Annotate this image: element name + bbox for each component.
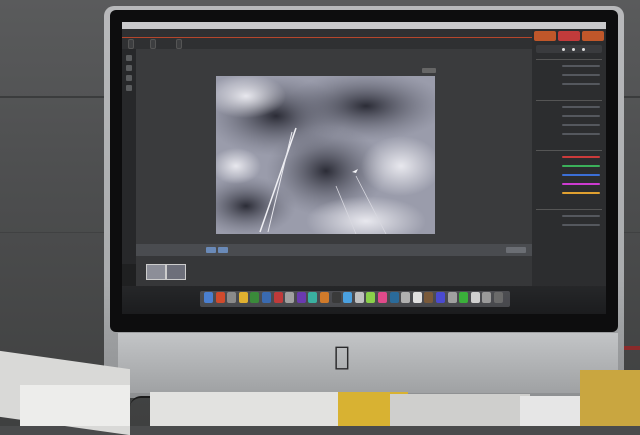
toolbar-button-2[interactable]: [150, 39, 156, 49]
adjustment-slider[interactable]: [562, 174, 600, 176]
toolbar-accent-line: [122, 37, 532, 38]
dock-app-icon[interactable]: [447, 292, 457, 303]
dock-app-icon[interactable]: [273, 292, 283, 303]
dock-app-icon[interactable]: [482, 292, 492, 303]
adjustment-slider[interactable]: [562, 215, 600, 217]
document: [20, 385, 130, 426]
screen: [122, 22, 606, 314]
dock-app-icon[interactable]: [285, 292, 295, 303]
panel-section-header[interactable]: [536, 150, 602, 151]
filmstrip-view-button[interactable]: [206, 247, 216, 253]
dock-app-icon[interactable]: [378, 292, 387, 303]
dock-app-icon[interactable]: [343, 292, 353, 303]
dock-app-icon[interactable]: [494, 292, 503, 303]
dock-app-icon[interactable]: [238, 292, 248, 303]
adjustment-slider[interactable]: [562, 83, 600, 85]
desk-item: [520, 396, 580, 426]
storm-clouds-image: [216, 76, 435, 234]
dock-app-icon[interactable]: [366, 292, 376, 303]
dock-app-icon[interactable]: [262, 292, 271, 303]
adjustment-slider[interactable]: [562, 74, 600, 76]
yellow-box: [580, 370, 640, 426]
filmstrip-zoom[interactable]: [506, 247, 526, 253]
panel-tab-1[interactable]: [534, 31, 556, 41]
dock-app-icon[interactable]: [459, 292, 469, 303]
toolbar-button-3[interactable]: [176, 39, 182, 49]
dock-app-icon[interactable]: [331, 292, 341, 303]
dock-app-icon[interactable]: [354, 292, 364, 303]
adjustment-slider[interactable]: [562, 192, 600, 194]
photo-options-button[interactable]: [422, 68, 436, 73]
dock-app-icon[interactable]: [320, 292, 329, 303]
adjustment-slider[interactable]: [562, 183, 600, 185]
panel-tab-3[interactable]: [582, 31, 604, 41]
panel-tab-2[interactable]: [558, 31, 580, 41]
toolbar-button-1[interactable]: [128, 39, 134, 49]
photo-preview[interactable]: [216, 76, 435, 234]
app-toolbar: [122, 29, 532, 50]
dock-app-icon[interactable]: [436, 292, 445, 303]
filmstrip-view-button[interactable]: [218, 247, 228, 253]
adjustment-slider[interactable]: [562, 165, 600, 167]
adjustment-slider[interactable]: [562, 65, 600, 67]
panel-control[interactable]: [572, 48, 575, 51]
adjustment-slider[interactable]: [562, 106, 600, 108]
dock-app-icon[interactable]: [227, 292, 237, 303]
dock-app-icon[interactable]: [296, 292, 306, 303]
adjustment-slider[interactable]: [562, 124, 600, 126]
filmstrip: [136, 256, 532, 286]
dock-app-icon[interactable]: [470, 292, 480, 303]
tool-icon[interactable]: [126, 75, 132, 81]
papers: [390, 394, 530, 426]
adjustment-slider[interactable]: [562, 115, 600, 117]
apple-logo-icon: : [334, 344, 360, 370]
adjustment-slider[interactable]: [562, 133, 600, 135]
panel-section-header[interactable]: [536, 59, 602, 60]
dock-app-icon[interactable]: [308, 292, 318, 303]
panel-toolbar: [536, 45, 602, 53]
adjustment-slider[interactable]: [562, 224, 600, 226]
tool-icon[interactable]: [126, 55, 132, 61]
thumbnail[interactable]: [166, 264, 186, 280]
menu-bar[interactable]: [122, 22, 606, 29]
dock-app-icon[interactable]: [412, 292, 422, 303]
panel-control[interactable]: [562, 48, 565, 51]
thumbnail[interactable]: [146, 264, 166, 280]
panel-section-header[interactable]: [536, 209, 602, 210]
adjustments-panel: [532, 29, 606, 301]
monitor-chin: [118, 333, 618, 393]
keyboard: [150, 392, 340, 426]
dock-app-icon[interactable]: [389, 292, 399, 303]
dock: [200, 291, 510, 307]
filmstrip-toolbar: [136, 244, 532, 256]
panel-section-header[interactable]: [536, 100, 602, 101]
tool-icon[interactable]: [126, 85, 132, 91]
dock-app-icon[interactable]: [215, 292, 225, 303]
tool-icon[interactable]: [126, 65, 132, 71]
panel-control[interactable]: [582, 48, 585, 51]
dock-app-icon[interactable]: [250, 292, 260, 303]
adjustment-slider[interactable]: [562, 156, 600, 158]
tool-strip: [122, 49, 136, 264]
dock-app-icon[interactable]: [424, 292, 434, 303]
dock-app-icon[interactable]: [204, 292, 213, 303]
dock-app-icon[interactable]: [401, 292, 411, 303]
